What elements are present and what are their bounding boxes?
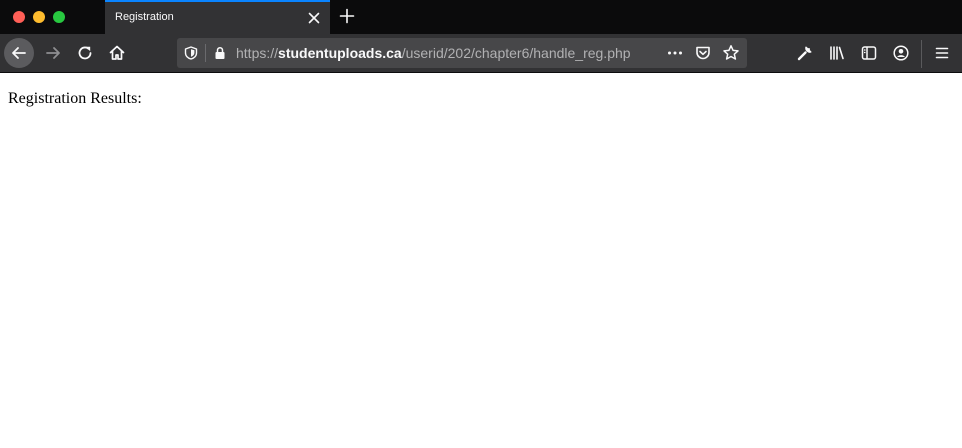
registration-results-text: Registration Results: (8, 90, 142, 107)
close-icon[interactable] (306, 10, 322, 26)
sidebar-icon[interactable] (854, 38, 884, 68)
toolbar-divider (921, 40, 922, 68)
page-content: Registration Results: (0, 74, 962, 448)
window-zoom-button[interactable] (53, 11, 65, 23)
lock-icon[interactable] (212, 45, 228, 61)
url-separator (205, 44, 206, 62)
browser-window: Registration https://studentuploads.ca/u… (0, 0, 962, 448)
shield-icon[interactable] (183, 45, 199, 61)
navigation-toolbar: https://studentuploads.ca/userid/202/cha… (0, 34, 962, 73)
reload-icon[interactable] (70, 38, 100, 68)
url-scheme: https:// (236, 45, 279, 61)
url-host: studentuploads.ca (278, 45, 402, 61)
address-bar[interactable]: https://studentuploads.ca/userid/202/cha… (177, 38, 747, 68)
tab-title: Registration (115, 11, 174, 23)
account-icon[interactable] (886, 38, 916, 68)
star-icon[interactable] (721, 43, 741, 63)
more-icon[interactable] (665, 43, 685, 63)
menu-icon[interactable] (927, 38, 957, 68)
library-icon[interactable] (822, 38, 852, 68)
window-close-button[interactable] (13, 11, 25, 23)
title-bar: Registration (0, 0, 962, 34)
url-path: /userid/202/chapter6/handle_reg.php (401, 45, 631, 61)
url-actions (665, 43, 741, 63)
wrench-icon[interactable] (790, 38, 820, 68)
home-icon[interactable] (102, 38, 132, 68)
window-minimize-button[interactable] (33, 11, 45, 23)
arrow-right-icon[interactable] (38, 38, 68, 68)
arrow-left-icon[interactable] (4, 38, 34, 68)
tab-registration[interactable]: Registration (105, 0, 330, 34)
plus-icon[interactable] (337, 6, 357, 26)
url-text[interactable]: https://studentuploads.ca/userid/202/cha… (236, 45, 631, 61)
pocket-icon[interactable] (693, 43, 713, 63)
